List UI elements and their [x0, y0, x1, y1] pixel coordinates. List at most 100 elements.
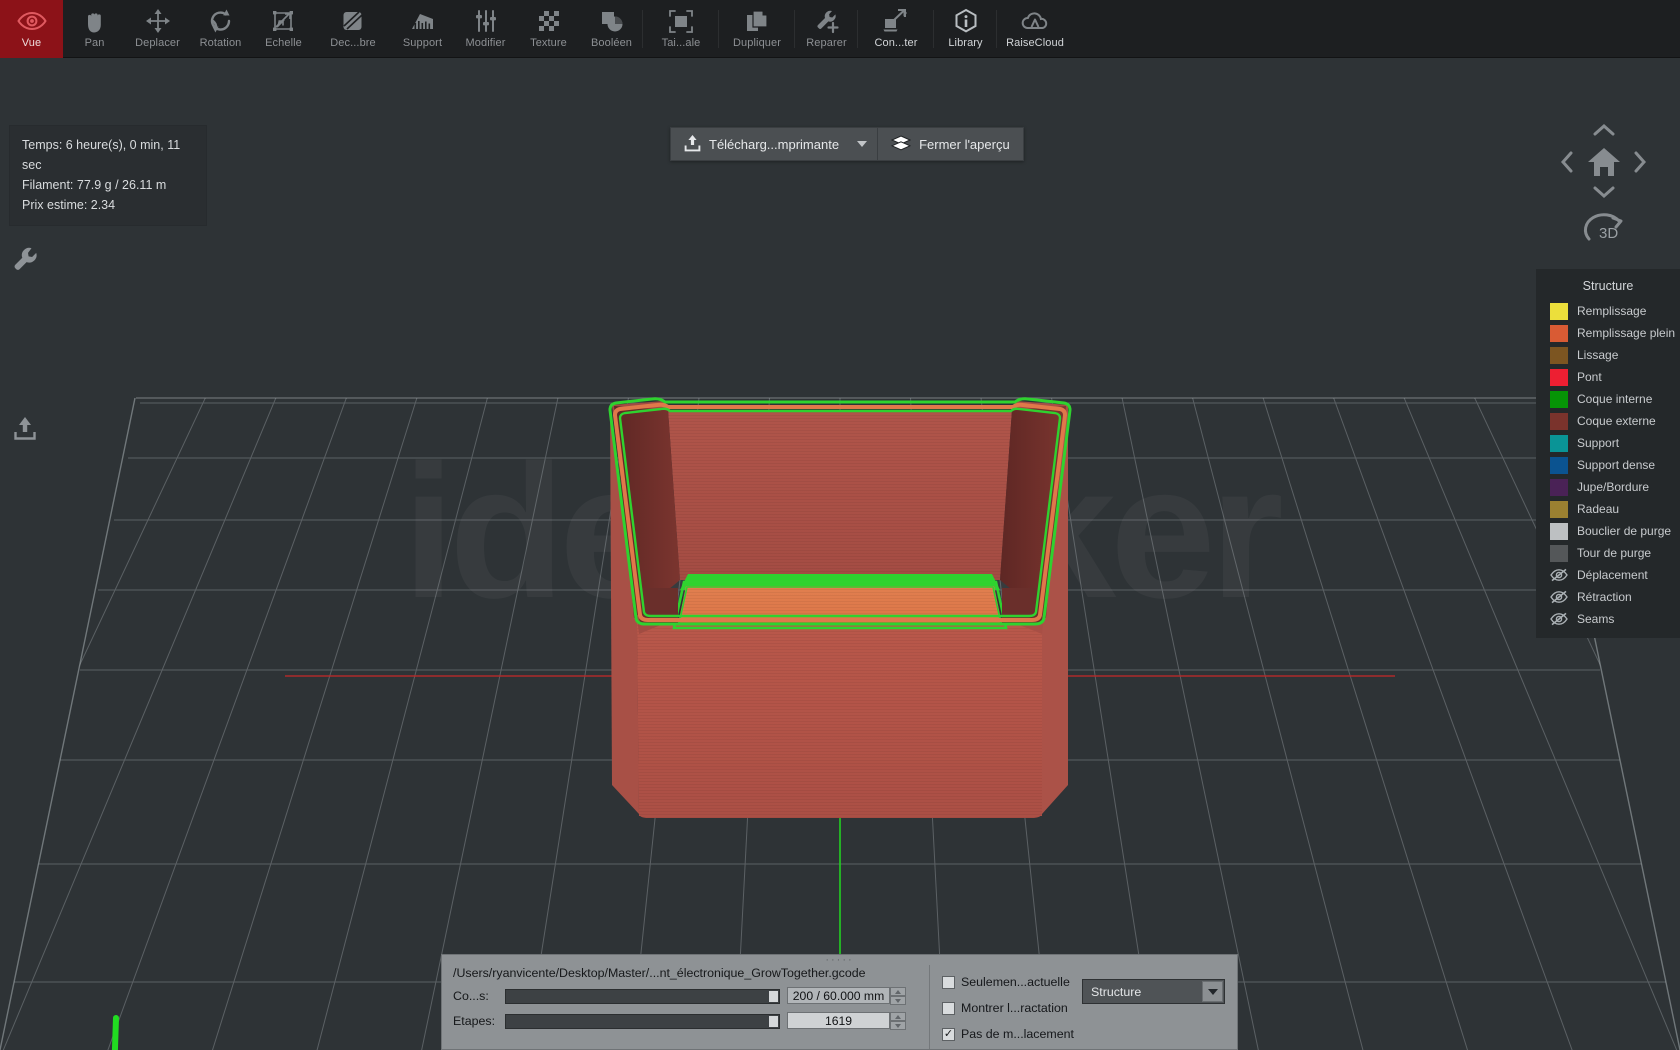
- legend-rows: Remplissage Remplissage plein Lissage Pont C…: [1536, 300, 1680, 630]
- current-layer-only-checkbox[interactable]: [942, 975, 955, 989]
- toolbar-item-vue[interactable]: Vue: [0, 0, 63, 58]
- steps-slider-knob[interactable]: [769, 1015, 778, 1027]
- duplicate-icon: [743, 6, 771, 36]
- close-preview-button[interactable]: Fermer l'aperçu: [877, 127, 1024, 161]
- hand-icon: [81, 6, 109, 36]
- panel-drag-handle[interactable]: ·····: [442, 954, 1237, 966]
- toolbar-item-dupliquer[interactable]: Dupliquer: [719, 0, 795, 58]
- toolbar-item-label: Library: [948, 37, 983, 49]
- layers-slider-row: Co...s: 200 / 60.000 mm: [453, 987, 929, 1005]
- layers-value[interactable]: 200 / 60.000 mm: [787, 987, 890, 1004]
- upload-to-printer-button[interactable]: Télécharg...mprimante: [670, 127, 878, 161]
- chevron-up-icon[interactable]: [1588, 119, 1620, 141]
- legend-label: Radeau: [1577, 502, 1620, 516]
- legend-row-radeau[interactable]: Radeau: [1536, 498, 1680, 520]
- legend-row-support-dense[interactable]: Support dense: [1536, 454, 1680, 476]
- select-chevron-down-icon[interactable]: [1202, 981, 1223, 1002]
- rotate-3d-icon[interactable]: 3D: [1580, 210, 1630, 248]
- legend-label: Jupe/Bordure: [1577, 480, 1650, 494]
- steps-slider[interactable]: [505, 1013, 780, 1029]
- print-info-panel: Temps: 6 heure(s), 0 min, 11 sec Filamen…: [10, 126, 206, 225]
- legend-label: Pont: [1577, 370, 1602, 384]
- toolbar-item-deplacer[interactable]: Deplacer: [126, 0, 189, 58]
- preview-action-buttons: Télécharg...mprimante Fermer l'aperçu: [670, 127, 1024, 161]
- legend-row-remplissage-plein[interactable]: Remplissage plein: [1536, 322, 1680, 344]
- connect-device-icon: [882, 6, 910, 36]
- legend-color-swatch: [1550, 456, 1568, 474]
- legend-label: Support dense: [1577, 458, 1656, 472]
- legend-row-d-placement[interactable]: Déplacement: [1536, 564, 1680, 586]
- chevron-left-icon[interactable]: [1555, 146, 1579, 178]
- toolbar-item-support[interactable]: Support: [391, 0, 454, 58]
- build-plate: [0, 397, 1680, 1050]
- legend-row-pont[interactable]: Pont: [1536, 366, 1680, 388]
- legend-color-swatch: [1550, 478, 1568, 496]
- legend-row-jupe-bordure[interactable]: Jupe/Bordure: [1536, 476, 1680, 498]
- toolbar-item-reparer[interactable]: Reparer: [795, 0, 858, 58]
- steps-value[interactable]: 1619: [787, 1012, 890, 1029]
- legend-row-tour-de-purge[interactable]: Tour de purge: [1536, 542, 1680, 564]
- legend-label: Déplacement: [1577, 568, 1648, 582]
- toolbar-item-label: Pan: [84, 37, 105, 49]
- toolbar-item-modifier[interactable]: Modifier: [454, 0, 517, 58]
- layers-increment-button[interactable]: [890, 987, 906, 996]
- legend-row-coque-interne[interactable]: Coque interne: [1536, 388, 1680, 410]
- layers-slider[interactable]: [505, 988, 780, 1004]
- steps-decrement-button[interactable]: [890, 1021, 906, 1030]
- eye-off-icon[interactable]: [1550, 567, 1568, 584]
- wrench-plus-icon: [813, 6, 841, 36]
- chevron-down-icon[interactable]: [857, 141, 868, 147]
- legend-row-remplissage[interactable]: Remplissage: [1536, 300, 1680, 322]
- toolbar-item-con-ter[interactable]: Con...ter: [858, 0, 934, 58]
- toolbar-item-pan[interactable]: Pan: [63, 0, 126, 58]
- no-travel-row[interactable]: ✓ Pas de m...lacement: [942, 1021, 1237, 1047]
- support-icon: [409, 6, 437, 36]
- chevron-down-icon[interactable]: [1588, 181, 1620, 203]
- toolbar-item-label: Dupliquer: [733, 37, 781, 49]
- legend-label: Bouclier de purge: [1577, 524, 1672, 538]
- toolbar-item-label: Modifier: [465, 37, 506, 49]
- layers-spinner[interactable]: 200 / 60.000 mm: [787, 987, 906, 1005]
- toolbar-item-echelle[interactable]: Echelle: [252, 0, 315, 58]
- layers-decrement-button[interactable]: [890, 996, 906, 1005]
- filament-usage: Filament: 77.9 g / 26.11 m: [22, 178, 167, 192]
- toolbar-item-library[interactable]: Library: [934, 0, 997, 58]
- move-arrows-icon: [144, 6, 172, 36]
- steps-spinner[interactable]: 1619: [787, 1012, 906, 1030]
- legend-row-coque-externe[interactable]: Coque externe: [1536, 410, 1680, 432]
- toolbar-item-dec-bre[interactable]: Dec...bre: [315, 0, 391, 58]
- toolbar-item-bool-en[interactable]: Booléen: [580, 0, 643, 58]
- steps-increment-button[interactable]: [890, 1012, 906, 1021]
- settings-wrench-icon[interactable]: [10, 244, 40, 274]
- eye-off-icon[interactable]: [1550, 589, 1568, 606]
- toolbar-item-rotation[interactable]: Rotation: [189, 0, 252, 58]
- legend-row-lissage[interactable]: Lissage: [1536, 344, 1680, 366]
- home-icon[interactable]: [1584, 142, 1624, 182]
- legend-row-seams[interactable]: Seams: [1536, 608, 1680, 630]
- 3d-viewport[interactable]: ideaMaker: [0, 58, 1680, 1050]
- current-layer-only-label: Seulemen...actuelle: [961, 975, 1070, 989]
- toolbar-item-label: Dec...bre: [330, 37, 376, 49]
- view-mode-select[interactable]: Structure: [1082, 979, 1225, 1004]
- eye-off-icon[interactable]: [1550, 611, 1568, 628]
- legend-row-r-traction[interactable]: Rétraction: [1536, 586, 1680, 608]
- chevron-right-icon[interactable]: [1628, 146, 1652, 178]
- toolbar-item-tai-ale[interactable]: Tai...ale: [643, 0, 719, 58]
- actual-size-icon: [667, 6, 695, 36]
- toolbar-item-label: Rotation: [199, 37, 242, 49]
- close-preview-label: Fermer l'aperçu: [919, 136, 1010, 152]
- layers-slider-knob[interactable]: [769, 990, 778, 1002]
- legend-label: Tour de purge: [1577, 546, 1652, 560]
- no-travel-checkbox[interactable]: ✓: [942, 1027, 955, 1041]
- legend-title: Structure: [1582, 279, 1634, 293]
- toolbar-item-texture[interactable]: Texture: [517, 0, 580, 58]
- legend-color-swatch: [1550, 500, 1568, 518]
- import-upload-icon[interactable]: [10, 413, 40, 443]
- toolbar-item-raisecloud[interactable]: RaiseCloud: [997, 0, 1073, 58]
- toolbar-item-label: Booléen: [590, 37, 633, 49]
- legend-row-support[interactable]: Support: [1536, 432, 1680, 454]
- estimated-price: Prix estime: 2.34: [22, 198, 116, 212]
- print-time: Temps: 6 heure(s), 0 min, 11 sec: [22, 138, 181, 172]
- show-retraction-checkbox[interactable]: [942, 1001, 955, 1015]
- legend-row-bouclier-de-purge[interactable]: Bouclier de purge: [1536, 520, 1680, 542]
